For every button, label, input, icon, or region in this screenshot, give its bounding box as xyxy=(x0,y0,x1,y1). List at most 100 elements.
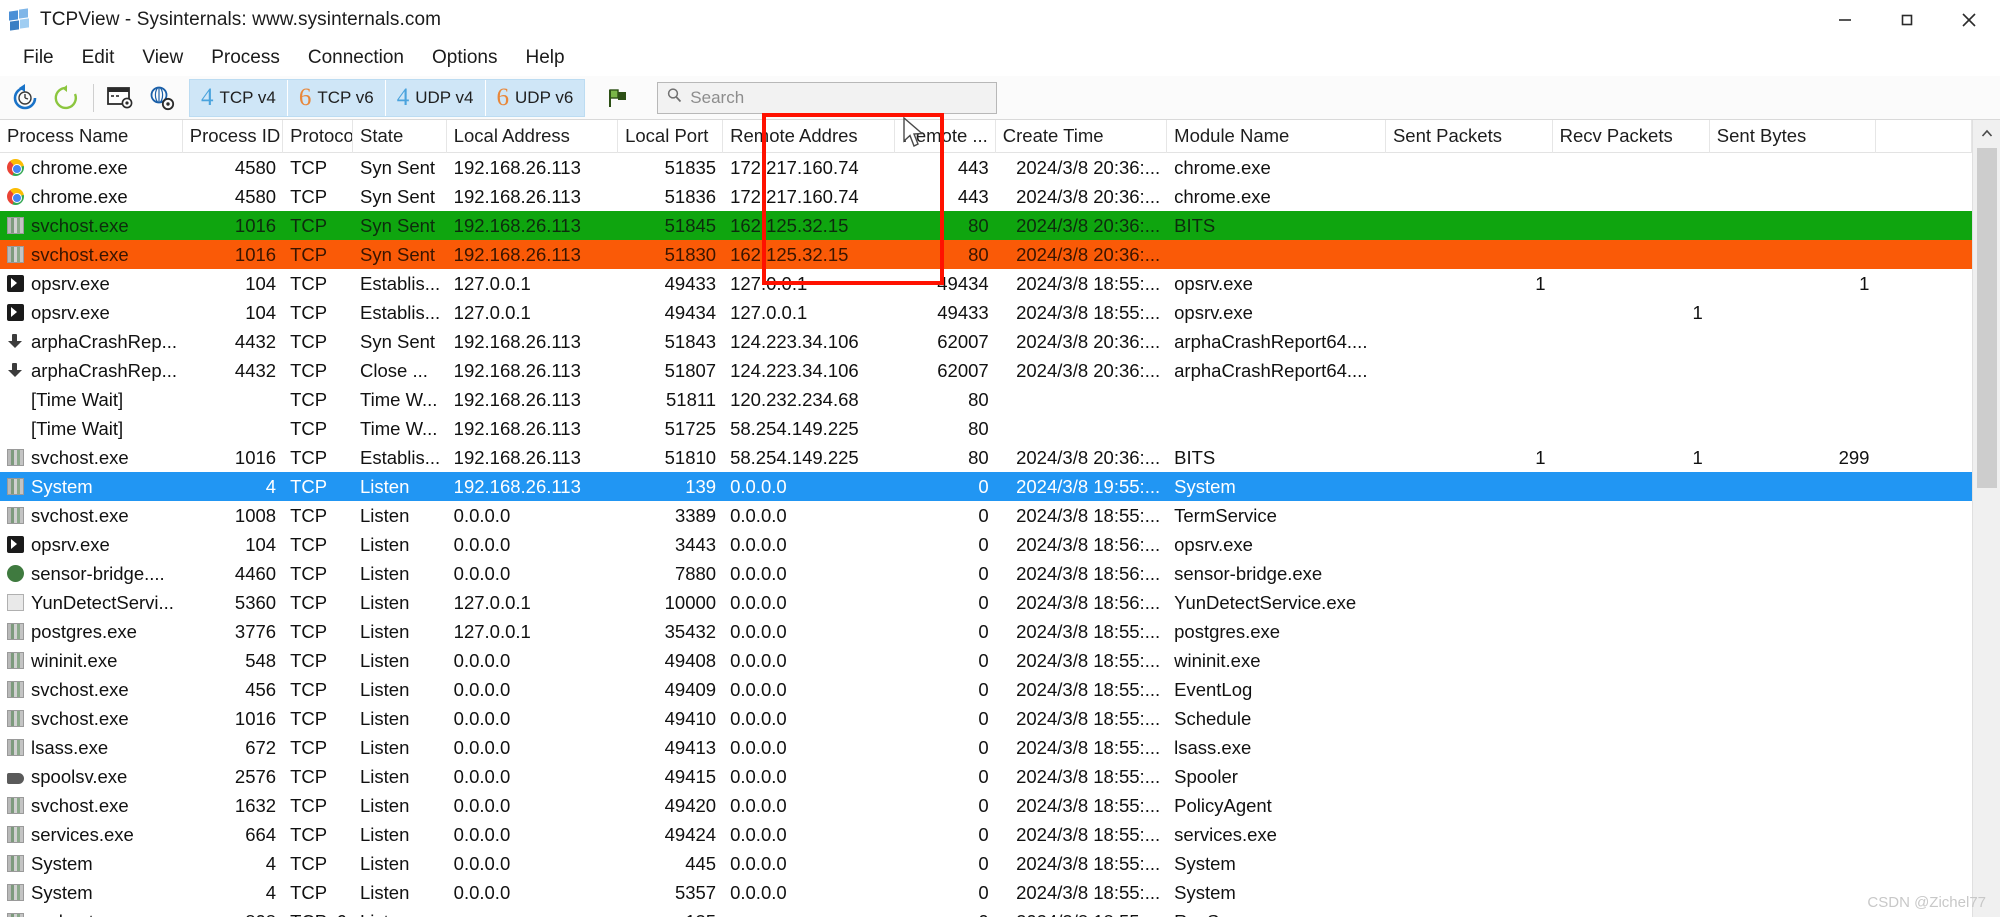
vertical-scrollbar[interactable] xyxy=(1972,120,2000,917)
cell-state: Syn Sent xyxy=(360,330,436,352)
flag-icon[interactable] xyxy=(595,78,639,118)
table-row[interactable]: sensor-bridge.... 4460 TCP Listen 0.0.0.0 788… xyxy=(0,559,1972,588)
filter-udp-v6[interactable]: 6 UDP v6 xyxy=(486,80,585,116)
cell-local_addr: 0.0.0.0 xyxy=(453,794,511,816)
column-header-protocol[interactable]: Protocol xyxy=(283,120,354,153)
table-row[interactable]: lsass.exe 672 TCP Listen 0.0.0.0 49413 0.0.0.0… xyxy=(0,733,1972,762)
table-row[interactable]: chrome.exe 4580 TCP Syn Sent 192.168.26.113 5… xyxy=(0,182,1972,211)
search-box[interactable] xyxy=(657,81,998,114)
cell-sent_bytes xyxy=(1710,472,1877,501)
cell-sent_bytes xyxy=(1710,907,1877,917)
table-row[interactable]: opsrv.exe 104 TCP Listen 0.0.0.0 3443 0.0.0.0 0… xyxy=(0,530,1972,559)
menu-item-help[interactable]: Help xyxy=(511,44,578,72)
process-name-label: spoolsv.exe xyxy=(31,765,128,787)
search-input[interactable] xyxy=(690,87,989,108)
table-row[interactable]: services.exe 664 TCP Listen 0.0.0.0 49424 0.0.… xyxy=(0,820,1972,849)
cell-create_time: 2024/3/8 19:55:... xyxy=(1016,475,1161,497)
table-row[interactable]: svchost.exe 456 TCP Listen 0.0.0.0 49409 0.0.0… xyxy=(0,675,1972,704)
cell-sent_packets xyxy=(1386,733,1553,762)
filter-udp-v4[interactable]: 4 UDP v4 xyxy=(386,79,486,116)
table-row[interactable]: spoolsv.exe 2576 TCP Listen 0.0.0.0 49415 0.0.… xyxy=(0,762,1972,791)
table-row[interactable]: arphaCrashRep... 4432 TCP Syn Sent 192.168.2… xyxy=(0,327,1972,356)
filter-tcp-v4[interactable]: 4 TCP v4 xyxy=(190,79,288,116)
refresh-icon[interactable] xyxy=(4,78,46,118)
cell-local_port: 49424 xyxy=(664,823,717,845)
cell-recv_packets xyxy=(1553,530,1710,559)
maximize-icon[interactable] xyxy=(1876,0,1938,40)
table-row[interactable]: svchost.exe 1008 TCP Listen 0.0.0.0 3389 0.0.0… xyxy=(0,501,1972,530)
cell-sent_bytes xyxy=(1710,559,1877,588)
column-header-local-port[interactable]: Local Port xyxy=(618,120,724,153)
table-row[interactable]: svchost.exe 808TCPv6Listen::135::02024/3/… xyxy=(0,907,1972,917)
menu-item-connection[interactable]: Connection xyxy=(294,44,418,72)
cell-protocol: TCP xyxy=(290,736,328,758)
cell-state: Listen xyxy=(360,794,410,816)
column-header-module-name[interactable]: Module Name xyxy=(1167,120,1386,153)
cell-create_time: 2024/3/8 18:55:... xyxy=(1016,301,1161,323)
menu-item-file[interactable]: File xyxy=(9,44,68,72)
cell-remote_port: 0 xyxy=(978,562,989,584)
cell-protocol: TCP xyxy=(290,852,328,874)
cell-create_time: 2024/3/8 18:56:... xyxy=(1016,533,1161,555)
svchost-icon xyxy=(7,246,24,263)
column-header-remote-port[interactable]: Remote ... xyxy=(895,120,996,153)
scrollbar-thumb[interactable] xyxy=(1976,148,1997,488)
column-header-remote-address[interactable]: Remote Addres xyxy=(723,120,896,153)
table-row[interactable]: [Time Wait] TCP Time W... 192.168.26.113 517… xyxy=(0,414,1972,443)
cell-module_name: opsrv.exe xyxy=(1174,533,1253,555)
search-icon xyxy=(666,87,683,109)
table-row[interactable]: wininit.exe 548 TCP Listen 0.0.0.0 49408 0.0.0… xyxy=(0,646,1972,675)
menu-item-options[interactable]: Options xyxy=(418,44,511,72)
column-header-process-id[interactable]: Process ID xyxy=(183,120,284,153)
table-row[interactable]: svchost.exe 1016 TCP Establis... 192.168.26.… xyxy=(0,443,1972,472)
table-row[interactable]: [Time Wait] TCP Time W... 192.168.26.113 518… xyxy=(0,385,1972,414)
column-header-recv-packets[interactable]: Recv Packets xyxy=(1553,120,1710,153)
column-header-create-time[interactable]: Create Time xyxy=(996,120,1168,153)
auto-refresh-icon[interactable] xyxy=(46,78,88,118)
column-header-sent-packets[interactable]: Sent Packets xyxy=(1386,120,1553,153)
cell-remote_port: 0 xyxy=(978,678,989,700)
resolve-addresses-icon[interactable] xyxy=(141,78,183,118)
svchost-icon xyxy=(7,884,24,901)
cell-process_id: 4580 xyxy=(234,156,277,178)
cell-spacer xyxy=(1876,385,1972,414)
process-name-label: System xyxy=(31,475,93,497)
menu-item-edit[interactable]: Edit xyxy=(68,44,129,72)
cell-module_name xyxy=(1167,414,1386,443)
table-row[interactable]: arphaCrashRep... 4432 TCP Close ... 192.168.… xyxy=(0,356,1972,385)
table-row[interactable]: svchost.exe 1016 TCP Listen 0.0.0.0 49410 0.0.… xyxy=(0,704,1972,733)
cell-state: Time W... xyxy=(360,417,438,439)
column-header-sent-bytes[interactable]: Sent Bytes xyxy=(1710,120,1877,153)
table-row[interactable]: svchost.exe 1632 TCP Listen 0.0.0.0 49420 0.0.… xyxy=(0,791,1972,820)
table-row[interactable]: svchost.exe 1016 TCP Syn Sent 192.168.26.113… xyxy=(0,240,1972,269)
show-unconnected-icon[interactable] xyxy=(99,78,141,118)
table-row[interactable]: opsrv.exe 104 TCP Establis... 127.0.0.1 49434… xyxy=(0,298,1972,327)
minimize-icon[interactable] xyxy=(1814,0,1876,40)
scroll-up-icon[interactable] xyxy=(1972,120,2000,148)
table-row[interactable]: System 4 TCP Listen 0.0.0.0 5357 0.0.0.0 0 2024/… xyxy=(0,878,1972,907)
table-row[interactable]: opsrv.exe 104 TCP Establis... 127.0.0.1 49433… xyxy=(0,269,1972,298)
column-header-process-name[interactable]: Process Name xyxy=(0,120,183,153)
table-row[interactable]: chrome.exe 4580 TCP Syn Sent 192.168.26.113 5… xyxy=(0,153,1972,182)
column-header-local-address[interactable]: Local Address xyxy=(447,120,619,153)
cell-recv_packets xyxy=(1553,327,1710,356)
filter-tcp-v6[interactable]: 6 TCP v6 xyxy=(288,79,386,116)
menu-item-process[interactable]: Process xyxy=(197,44,294,72)
cell-local_addr: 0.0.0.0 xyxy=(453,881,511,903)
menu-item-view[interactable]: View xyxy=(128,44,197,72)
app-icon xyxy=(9,7,31,31)
table-row[interactable]: System 4 TCP Listen 0.0.0.0 445 0.0.0.0 0 2024/3… xyxy=(0,849,1972,878)
cell-sent_bytes xyxy=(1710,385,1877,414)
cell-process_name: YunDetectServi... xyxy=(0,588,183,617)
table-row[interactable]: YunDetectServi... 5360 TCP Listen 127.0.0.1 1… xyxy=(0,588,1972,617)
cell-local_addr: 0.0.0.0 xyxy=(453,852,511,874)
table-row[interactable]: postgres.exe 3776 TCP Listen 127.0.0.1 35432 0… xyxy=(0,617,1972,646)
cell-process_name: svchost.exe xyxy=(0,791,183,820)
table-row[interactable]: System 4 TCP Listen 192.168.26.113 139 0.0.0.0… xyxy=(0,472,1972,501)
scrollbar-track[interactable] xyxy=(1972,148,2000,917)
close-icon[interactable] xyxy=(1938,0,2000,40)
column-header-state[interactable]: State xyxy=(353,120,447,153)
table-row[interactable]: svchost.exe 1016 TCP Syn Sent 192.168.26.113… xyxy=(0,211,1972,240)
cell-state: Syn Sent xyxy=(360,214,436,236)
cell-remote_addr: 58.254.149.225 xyxy=(730,417,859,439)
